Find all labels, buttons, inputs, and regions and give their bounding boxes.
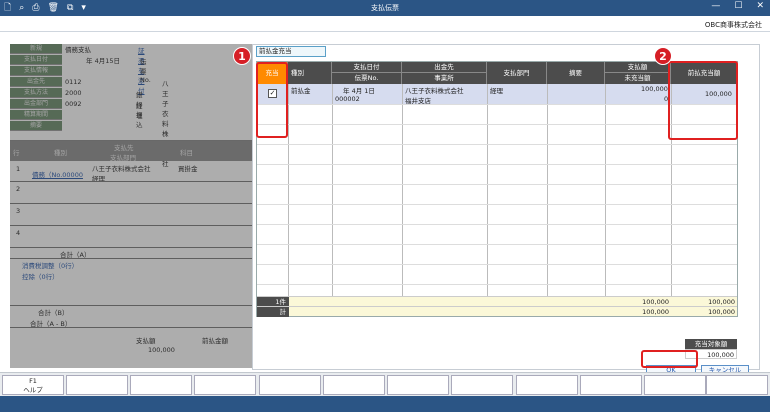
maximize-icon[interactable]: ☐	[734, 1, 742, 11]
column-header-payee: 出金先 事業所	[402, 62, 487, 84]
function-key[interactable]	[130, 375, 192, 395]
column-header-dept: 支払部門	[487, 62, 547, 84]
minimize-icon[interactable]: —	[711, 1, 720, 11]
total-pay-amount: 100,000	[642, 308, 669, 316]
row-pay-amount: 100,000	[641, 85, 668, 93]
function-key[interactable]	[516, 375, 578, 395]
function-key[interactable]	[66, 375, 128, 395]
app-header: OBC商事株式会社	[0, 16, 770, 32]
row-pay-date: 年 4月 1日	[343, 87, 375, 95]
header-office: 事業所	[434, 74, 454, 82]
row-divider	[257, 164, 737, 165]
target-amount-label: 充当対象額	[685, 339, 737, 349]
dialog-title: 前払金充当	[256, 46, 326, 57]
row-divider	[257, 124, 737, 125]
function-key[interactable]	[644, 375, 706, 395]
function-key[interactable]	[706, 375, 768, 395]
function-key[interactable]	[194, 375, 256, 395]
work-area: 新規 債務支払 証憑を添付 支払日付 年 4月15日 伝票No. 支払情報 出金…	[0, 32, 770, 376]
key-name: F1	[29, 377, 37, 385]
row-divider	[257, 224, 737, 225]
company-name: OBC商事株式会社	[704, 21, 762, 29]
function-key[interactable]	[259, 375, 321, 395]
close-icon[interactable]: ✕	[756, 1, 764, 11]
modal-overlay	[10, 44, 254, 368]
highlight-prepaid-apply	[668, 61, 738, 140]
header-unapplied: 未充当額	[624, 74, 651, 82]
function-key[interactable]	[451, 375, 513, 395]
row-voucher-no: 000002	[335, 95, 360, 103]
f1-key[interactable]: F1 ヘルプ	[2, 375, 64, 395]
row-divider	[257, 264, 737, 265]
title-bar: 🗋 ⌕ ⎙ 🗑 ⧉ ▾ 支払伝票 — ☐ ✕	[0, 0, 770, 16]
total-label: 計	[257, 307, 289, 317]
row-type: 前払金	[291, 87, 311, 95]
header-pay-date: 支払日付	[332, 62, 401, 73]
highlight-apply-column	[256, 62, 288, 138]
function-key[interactable]	[387, 375, 449, 395]
column-header-date: 支払日付 伝票No.	[332, 62, 402, 84]
prepayment-grid: 充当 種別 支払日付 伝票No. 出金先 事業所 支払部門 摘要 支払額 未充当…	[256, 61, 738, 317]
total-apply-amount: 100,000	[708, 308, 735, 316]
highlight-ok-button	[641, 350, 698, 368]
row-divider	[257, 244, 737, 245]
header-voucher-no: 伝票No.	[354, 74, 379, 82]
column-header-type: 種別	[288, 62, 332, 84]
window-controls: — ☐ ✕	[711, 1, 764, 11]
callout-badge-1: 1	[233, 47, 251, 65]
window-title: 支払伝票	[371, 4, 399, 12]
key-label: ヘルプ	[23, 386, 43, 394]
row-divider	[257, 184, 737, 185]
column-header-memo: 摘要	[547, 62, 605, 84]
row-payee: 八王子衣料株式会社	[405, 87, 464, 95]
callout-badge-2: 2	[654, 47, 672, 65]
row-dept: 経理	[490, 87, 503, 95]
function-key[interactable]	[323, 375, 385, 395]
row-divider	[257, 284, 737, 285]
count-row: 1件 100,000 100,000	[257, 296, 737, 307]
row-divider	[257, 104, 737, 105]
row-divider	[257, 144, 737, 145]
function-key[interactable]	[580, 375, 642, 395]
function-key-bar: F1 ヘルプ	[0, 372, 770, 396]
total-row: 計 100,000 100,000	[257, 306, 737, 317]
column-header-amount: 支払額 未充当額	[605, 62, 671, 84]
row-divider	[257, 204, 737, 205]
header-payee: 出金先	[402, 62, 486, 73]
status-bar	[0, 396, 770, 412]
